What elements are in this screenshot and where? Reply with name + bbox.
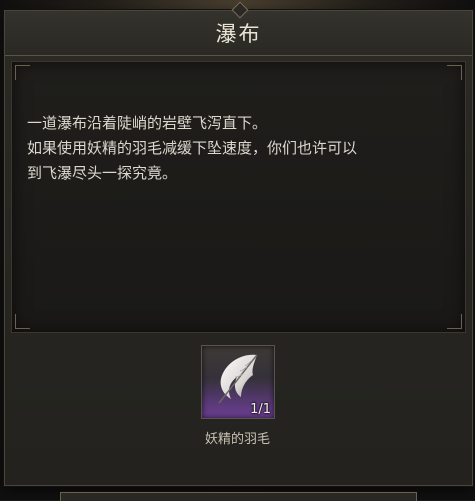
panel-corner	[15, 314, 30, 329]
panel-corner	[447, 65, 462, 80]
description-line: 到飞瀑尽头一探究竟。	[27, 164, 178, 182]
item-slot[interactable]: 1/1	[201, 345, 275, 419]
description-panel	[11, 61, 466, 333]
item-count: 1/1	[250, 402, 271, 417]
panel-corner	[15, 65, 30, 80]
description-line: 一道瀑布沿着陡峭的岩壁飞泻直下。	[27, 114, 268, 132]
item-name: 妖精的羽毛	[204, 432, 270, 447]
description-line: 如果使用妖精的羽毛减缓下坠速度，你们也许可以	[27, 139, 358, 157]
dialog-description: 一道瀑布沿着陡峭的岩壁飞泻直下。 如果使用妖精的羽毛减缓下坠速度，你们也许可以 …	[27, 111, 447, 186]
dialog-title-bar: 瀑布	[5, 1, 472, 56]
feather-icon	[218, 354, 258, 404]
panel-corner	[447, 314, 462, 329]
dialog-title: 瀑布	[215, 22, 262, 46]
